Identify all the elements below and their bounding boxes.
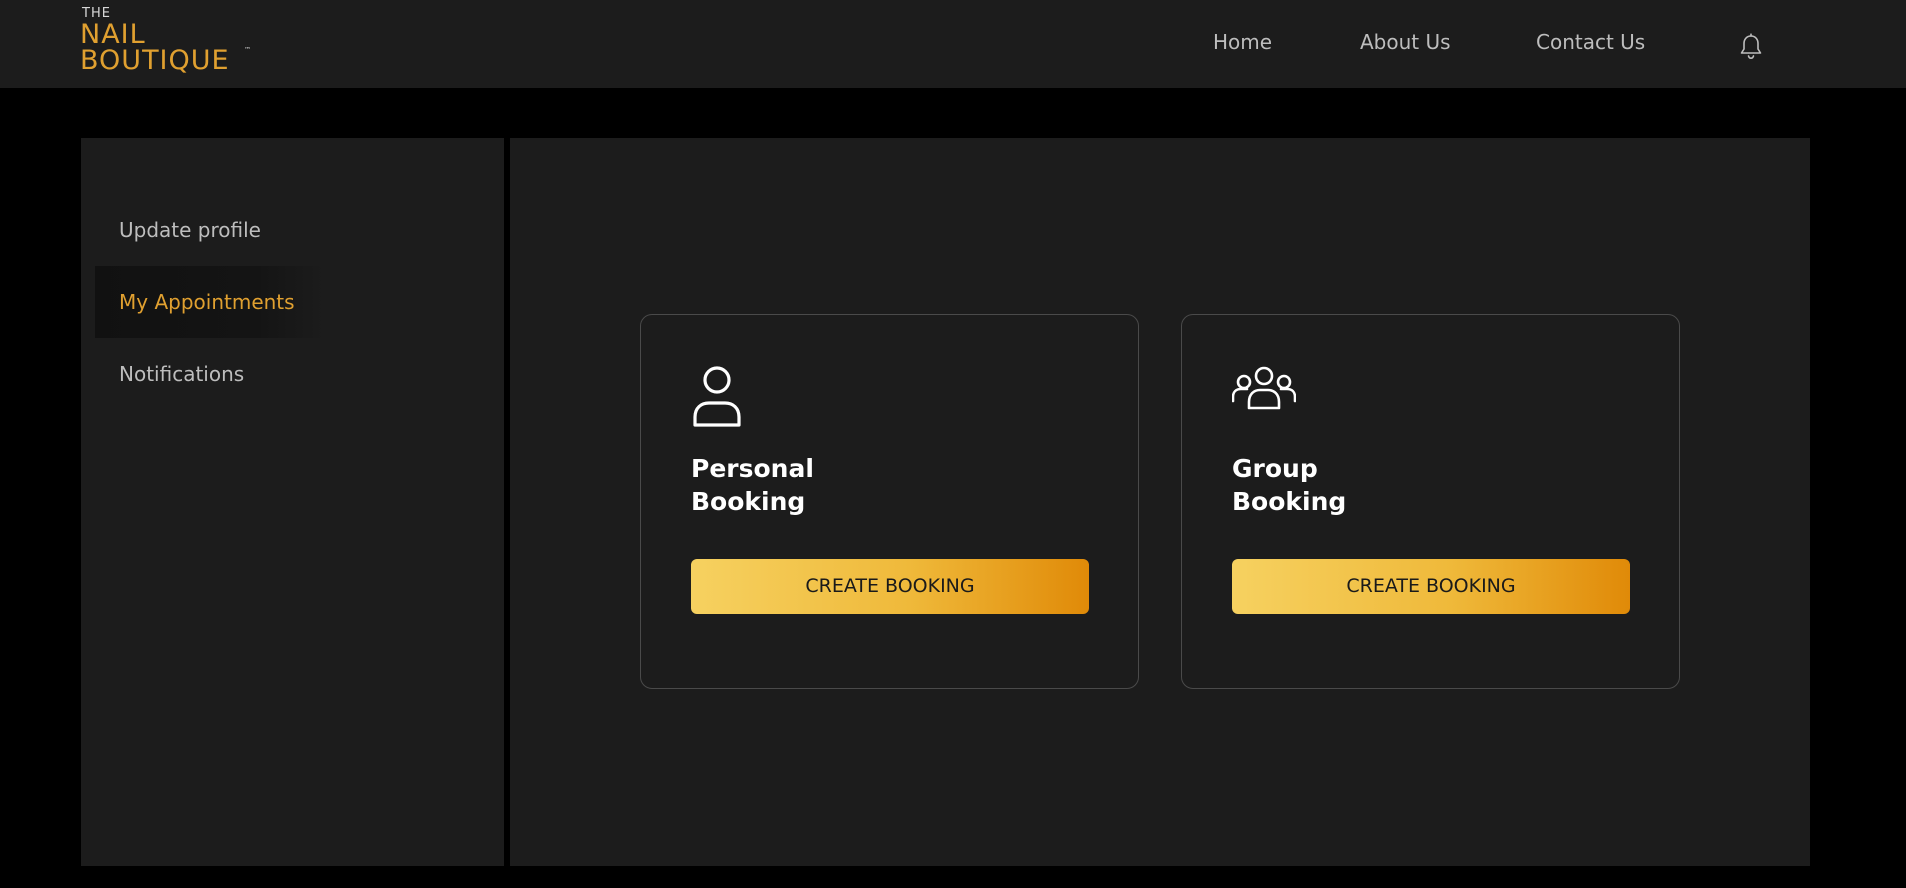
card-title-line: Booking xyxy=(1232,487,1347,516)
group-icon xyxy=(1231,365,1297,429)
card-title-line: Personal xyxy=(691,454,814,483)
sidebar-item-update-profile[interactable]: Update profile xyxy=(95,194,505,266)
card-title-line: Group xyxy=(1232,454,1318,483)
create-group-booking-button[interactable]: CREATE BOOKING xyxy=(1232,559,1630,614)
nav-link-home[interactable]: Home xyxy=(1213,30,1272,54)
bell-icon[interactable] xyxy=(1739,33,1763,61)
nav-link-contact-us[interactable]: Contact Us xyxy=(1536,30,1645,54)
sidebar-item-label: My Appointments xyxy=(119,290,295,314)
top-navigation-bar: THE NAIL BOUTIQUE ™ Home About Us Contac… xyxy=(0,0,1906,88)
brand-logo[interactable]: THE NAIL BOUTIQUE ™ xyxy=(80,6,260,76)
group-booking-card: Group Booking CREATE BOOKING xyxy=(1181,314,1680,689)
sidebar-item-label: Notifications xyxy=(119,362,245,386)
personal-booking-card: Personal Booking CREATE BOOKING xyxy=(640,314,1139,689)
sidebar-item-label: Update profile xyxy=(119,218,261,242)
card-title: Group Booking xyxy=(1232,452,1532,518)
sidebar-item-my-appointments[interactable]: My Appointments xyxy=(95,266,325,338)
card-title-line: Booking xyxy=(691,487,806,516)
brand-logo-boutique: BOUTIQUE xyxy=(80,45,230,76)
brand-logo-trademark: ™ xyxy=(244,46,251,54)
create-personal-booking-button[interactable]: CREATE BOOKING xyxy=(691,559,1089,614)
user-icon xyxy=(691,365,755,429)
sidebar-item-notifications[interactable]: Notifications xyxy=(95,338,505,410)
card-title: Personal Booking xyxy=(691,452,991,518)
nav-link-about-us[interactable]: About Us xyxy=(1360,30,1451,54)
